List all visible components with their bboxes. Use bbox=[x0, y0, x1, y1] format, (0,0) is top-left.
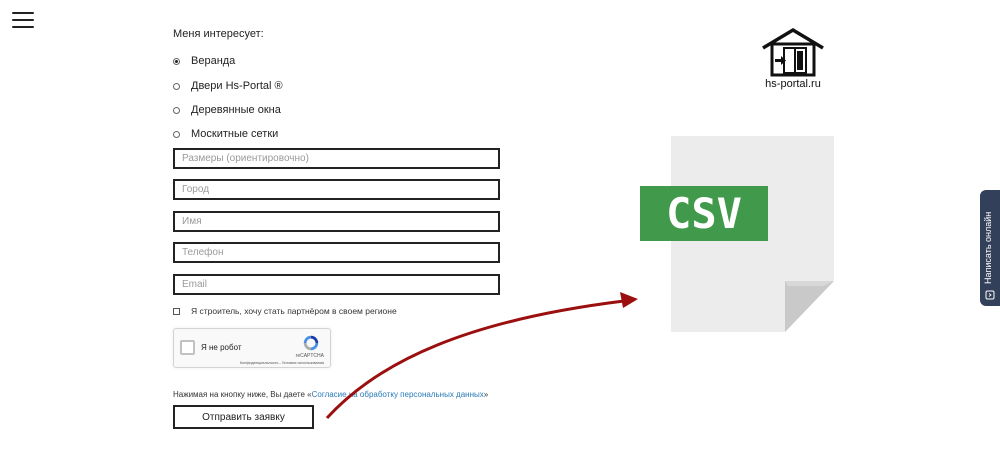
option-windows[interactable]: Деревянные окна bbox=[173, 102, 281, 118]
submit-button[interactable]: Отправить заявку bbox=[173, 405, 314, 429]
radio-windows[interactable] bbox=[173, 106, 180, 114]
option-veranda[interactable]: Веранда bbox=[173, 53, 235, 69]
size-input[interactable] bbox=[173, 148, 500, 169]
option-mosquito[interactable]: Москитные сетки bbox=[173, 126, 278, 142]
logo-text: hs-portal.ru bbox=[765, 78, 821, 90]
option-mosquito-label: Москитные сетки bbox=[191, 128, 279, 140]
chat-online-label: Написать онлайн bbox=[983, 211, 993, 284]
partner-checkbox[interactable] bbox=[173, 307, 180, 315]
email-input[interactable] bbox=[173, 274, 500, 295]
chat-icon bbox=[985, 290, 995, 300]
chat-online-tab[interactable]: Написать онлайн bbox=[980, 190, 1000, 306]
red-arrow-icon bbox=[325, 292, 638, 420]
csv-label: CSV bbox=[666, 189, 742, 238]
consent-text: Нажимая на кнопку ниже, Вы даете «Соглас… bbox=[173, 390, 488, 399]
option-veranda-label: Веранда bbox=[191, 55, 236, 67]
consent-suffix: » bbox=[483, 390, 489, 399]
recaptcha-logo-icon bbox=[303, 335, 319, 351]
recaptcha-links[interactable]: Конфиденциальность - Условия использован… bbox=[240, 361, 324, 365]
radio-doors[interactable] bbox=[173, 82, 180, 90]
recaptcha-label: Я не робот bbox=[201, 343, 242, 352]
consent-link[interactable]: Согласие на обработку персональных данны… bbox=[312, 390, 484, 399]
consent-prefix: Нажимая на кнопку ниже, Вы даете « bbox=[173, 390, 312, 399]
recaptcha-checkbox[interactable] bbox=[180, 340, 195, 355]
option-doors-label: Двери Hs-Portal ® bbox=[191, 80, 283, 92]
partner-checkbox-label: Я строитель, хочу стать партнёром в свое… bbox=[191, 306, 397, 316]
hamburger-menu-icon[interactable] bbox=[12, 11, 34, 29]
interest-title: Меня интересует: bbox=[173, 28, 264, 40]
radio-veranda[interactable] bbox=[173, 57, 180, 65]
recaptcha-widget: Я не робот reCAPTCHA Конфиденциальность … bbox=[173, 328, 331, 368]
partner-checkbox-row[interactable]: Я строитель, хочу стать партнёром в свое… bbox=[173, 305, 397, 317]
option-doors[interactable]: Двери Hs-Portal ® bbox=[173, 78, 283, 94]
phone-input[interactable] bbox=[173, 242, 500, 263]
csv-file-icon: CSV bbox=[640, 136, 834, 332]
recaptcha-brand: reCAPTCHA bbox=[295, 353, 324, 359]
name-input[interactable] bbox=[173, 211, 500, 232]
option-windows-label: Деревянные окна bbox=[191, 104, 281, 116]
radio-mosquito[interactable] bbox=[173, 130, 180, 138]
city-input[interactable] bbox=[173, 179, 500, 200]
